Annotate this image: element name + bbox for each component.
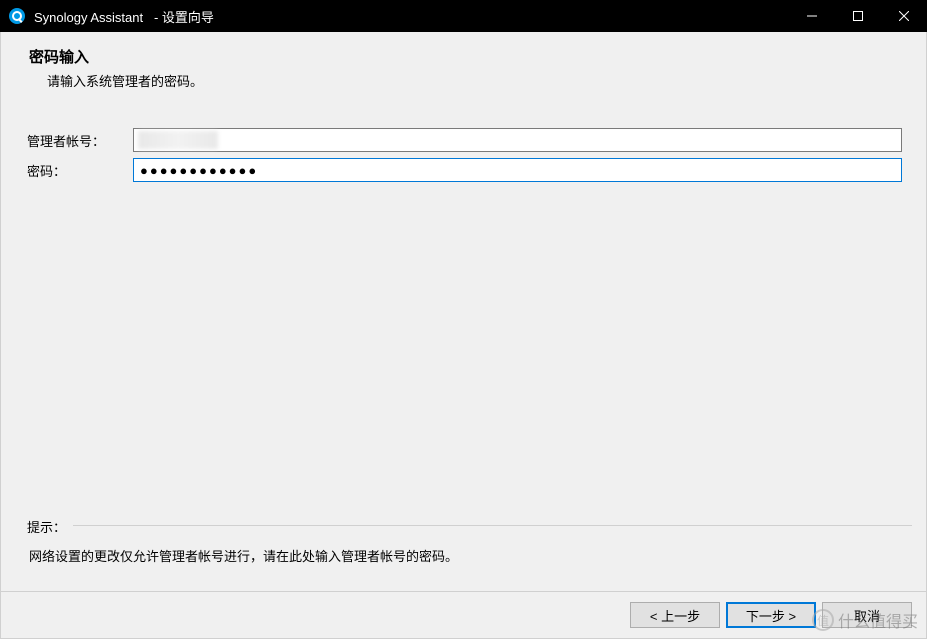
maximize-button[interactable]: [835, 0, 881, 32]
window-title: Synology Assistant - 设置向导: [34, 7, 789, 26]
spacer: [1, 188, 926, 507]
page-title: 密码输入: [29, 46, 898, 67]
hint-group: 提示： 网络设置的更改仅允许管理者帐号进行，请在此处输入管理者帐号的密码。: [15, 507, 912, 579]
wizard-button-bar: < 上一步 下一步 > 取消: [1, 591, 926, 638]
wizard-content: 密码输入 请输入系统管理者的密码。 管理者帐号： 密码： 提示： 网络设置的更改…: [0, 32, 927, 639]
hint-text: 网络设置的更改仅允许管理者帐号进行，请在此处输入管理者帐号的密码。: [27, 546, 900, 565]
hint-divider: [73, 525, 912, 526]
cancel-button[interactable]: 取消: [822, 602, 912, 628]
window-controls: [789, 0, 927, 32]
username-input[interactable]: [133, 128, 902, 152]
wizard-body: 密码输入 请输入系统管理者的密码。 管理者帐号： 密码： 提示： 网络设置的更改…: [1, 32, 926, 591]
title-suffix: - 设置向导: [154, 10, 214, 25]
hint-label: 提示：: [23, 517, 70, 536]
next-button[interactable]: 下一步 >: [726, 602, 816, 628]
page-subtitle: 请输入系统管理者的密码。: [29, 71, 898, 90]
wizard-header: 密码输入 请输入系统管理者的密码。: [1, 32, 926, 100]
window-titlebar: Synology Assistant - 设置向导: [0, 0, 927, 32]
password-row: 密码：: [25, 158, 902, 182]
password-label: 密码：: [25, 161, 133, 180]
app-name: Synology Assistant: [34, 10, 143, 25]
app-icon: [8, 7, 26, 25]
credentials-form: 管理者帐号： 密码：: [1, 100, 926, 188]
username-label: 管理者帐号：: [25, 131, 133, 150]
password-input[interactable]: [133, 158, 902, 182]
username-row: 管理者帐号：: [25, 128, 902, 152]
back-button[interactable]: < 上一步: [630, 602, 720, 628]
username-value-redacted: [138, 131, 218, 149]
minimize-button[interactable]: [789, 0, 835, 32]
close-button[interactable]: [881, 0, 927, 32]
